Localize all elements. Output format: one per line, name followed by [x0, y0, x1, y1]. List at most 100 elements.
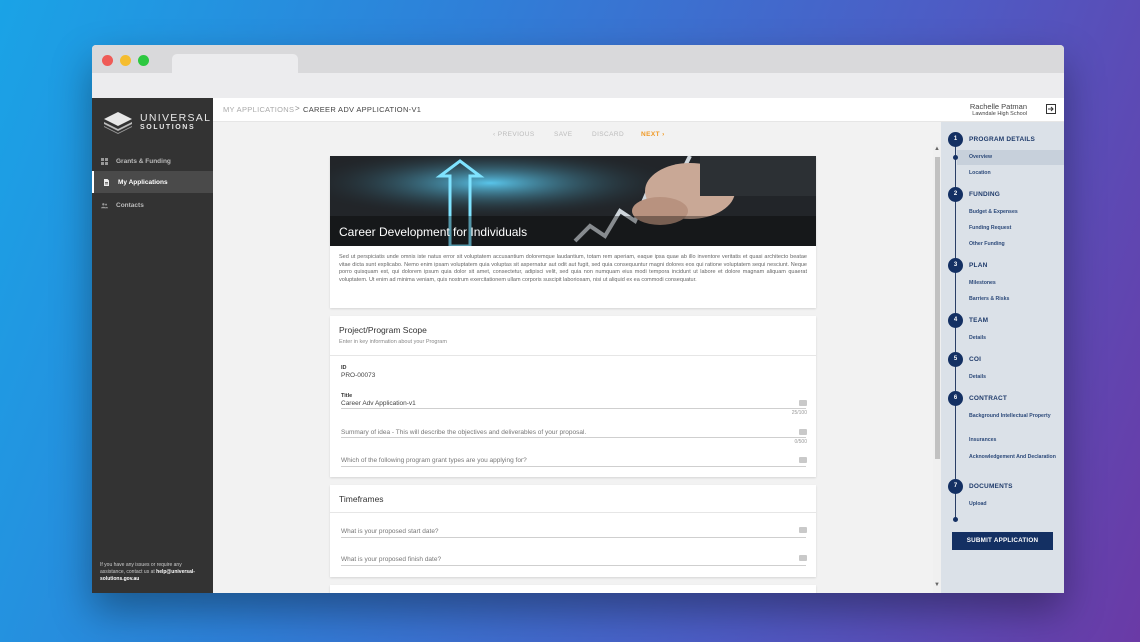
step-item-other-funding[interactable]: Other Funding	[969, 241, 1057, 249]
sidebar-item-label: My Applications	[118, 179, 168, 186]
close-window-button[interactable]	[102, 55, 113, 66]
step-item-location[interactable]: Location	[969, 170, 1057, 178]
comment-icon[interactable]	[799, 555, 807, 561]
start-date-field[interactable]: What is your proposed start date?	[341, 528, 439, 535]
step-number: 1	[948, 132, 963, 147]
step-item-acknowledgement[interactable]: Acknowledgement And Declaration	[969, 454, 1057, 462]
step-item-barriers-risks[interactable]: Barriers & Risks	[969, 296, 1057, 304]
scope-subtitle: Enter in key information about your Prog…	[339, 339, 447, 345]
discard-button[interactable]: DISCARD	[592, 131, 624, 138]
comment-icon[interactable]	[799, 400, 807, 406]
window-titlebar	[92, 45, 1064, 73]
hero-image: Career Development for Individuals	[330, 156, 816, 246]
project-scope-card: Project/Program Scope Enter in key infor…	[330, 316, 816, 477]
next-button[interactable]: NEXT ›	[641, 131, 665, 138]
divider	[330, 512, 816, 513]
finish-date-underline	[341, 565, 806, 566]
divider	[330, 355, 816, 356]
step-number: 6	[948, 391, 963, 406]
step-number: 5	[948, 352, 963, 367]
step-item-overview[interactable]: Overview	[969, 154, 1057, 162]
step-number: 7	[948, 479, 963, 494]
grant-type-select[interactable]: Which of the following program grant typ…	[341, 457, 527, 464]
sidebar: UNIVERSAL SOLUTIONS Grants & Funding My …	[92, 98, 213, 593]
program-intro-card: Career Development for Individuals Sed u…	[330, 156, 816, 308]
intro-paragraph: Sed ut perspiciatis unde omnis iste natu…	[339, 254, 807, 283]
breadcrumb-current: CAREER ADV APPLICATION-V1	[303, 105, 422, 114]
step-item-milestones[interactable]: Milestones	[969, 280, 1057, 288]
sidebar-item-grants-funding[interactable]: Grants & Funding	[92, 150, 213, 172]
comment-icon[interactable]	[799, 429, 807, 435]
next-section-card	[330, 585, 816, 593]
user-school: Lawndale High School	[972, 111, 1027, 117]
title-field[interactable]: Career Adv Application-v1	[341, 400, 416, 407]
brand-name: UNIVERSAL	[140, 112, 212, 124]
logout-icon[interactable]	[1046, 104, 1056, 114]
step-plan[interactable]: PLAN	[969, 262, 988, 269]
logo-icon	[104, 112, 132, 134]
brand-logo[interactable]: UNIVERSAL SOLUTIONS	[102, 110, 210, 136]
id-value: PRO-00073	[341, 372, 376, 379]
help-text: If you have any issues or require any as…	[100, 562, 208, 583]
summary-underline	[341, 437, 806, 438]
step-item-upload[interactable]: Upload	[969, 501, 1057, 509]
step-item-team-details[interactable]: Details	[969, 335, 1057, 343]
scrollbar-thumb[interactable]	[935, 157, 940, 459]
browser-tab[interactable]	[172, 54, 298, 73]
breadcrumb-my-applications[interactable]: MY APPLICATIONS	[223, 105, 294, 114]
timeframes-card: Timeframes What is your proposed start d…	[330, 485, 816, 577]
summary-field[interactable]: Summary of idea - This will describe the…	[341, 429, 586, 436]
title-label: Title	[341, 393, 353, 399]
step-coi[interactable]: COI	[969, 356, 981, 363]
scroll-up-arrow[interactable]: ▲	[933, 146, 941, 152]
grid-icon	[101, 158, 108, 165]
scope-title: Project/Program Scope	[339, 325, 427, 335]
sidebar-item-contacts[interactable]: Contacts	[92, 194, 213, 216]
grant-type-underline	[341, 466, 806, 467]
step-team[interactable]: TEAM	[969, 317, 988, 324]
sidebar-item-my-applications[interactable]: My Applications	[92, 171, 213, 193]
form-actions-bar: ‹ PREVIOUS SAVE DISCARD NEXT ›	[213, 122, 941, 144]
comment-icon[interactable]	[799, 457, 807, 463]
step-program-details[interactable]: PROGRAM DETAILS	[969, 136, 1035, 143]
next-label: NEXT	[641, 131, 660, 138]
previous-label: PREVIOUS	[497, 131, 535, 138]
step-item-insurances[interactable]: Insurances	[969, 437, 1057, 445]
step-item-coi-details[interactable]: Details	[969, 374, 1057, 382]
people-icon	[101, 203, 108, 209]
timeframes-title: Timeframes	[339, 494, 384, 504]
document-icon	[104, 179, 109, 186]
submit-application-button[interactable]: SUBMIT APPLICATION	[952, 532, 1053, 550]
user-name: Rachelle Patman	[969, 102, 1027, 111]
maximize-window-button[interactable]	[138, 55, 149, 66]
finish-date-field[interactable]: What is your proposed finish date?	[341, 556, 441, 563]
browser-window: UNIVERSAL SOLUTIONS Grants & Funding My …	[92, 45, 1064, 593]
breadcrumb-separator: >	[295, 104, 300, 113]
hero-title: Career Development for Individuals	[339, 225, 528, 239]
current-step-dot	[953, 155, 958, 160]
step-number: 4	[948, 313, 963, 328]
step-documents[interactable]: DOCUMENTS	[969, 483, 1013, 490]
step-item-funding-request[interactable]: Funding Request	[969, 225, 1057, 233]
step-number: 2	[948, 187, 963, 202]
step-item-budget-expenses[interactable]: Budget & Expenses	[969, 209, 1057, 217]
title-char-count: 25/100	[791, 410, 807, 416]
step-funding[interactable]: FUNDING	[969, 191, 1000, 198]
minimize-window-button[interactable]	[120, 55, 131, 66]
previous-button[interactable]: ‹ PREVIOUS	[493, 131, 535, 138]
main-content: ‹ PREVIOUS SAVE DISCARD NEXT › Career De…	[213, 122, 941, 593]
application-steps-panel: 1 PROGRAM DETAILS Overview Location 2 FU…	[941, 122, 1064, 593]
id-label: ID	[341, 365, 347, 371]
summary-char-count: 0/500	[794, 439, 807, 445]
step-item-background-ip[interactable]: Background Intellectual Property	[969, 413, 1057, 421]
title-underline	[341, 408, 806, 409]
sidebar-item-label: Contacts	[116, 202, 144, 209]
sidebar-item-label: Grants & Funding	[116, 158, 171, 165]
save-button[interactable]: SAVE	[554, 131, 572, 138]
step-number: 3	[948, 258, 963, 273]
start-date-underline	[341, 537, 806, 538]
scroll-down-arrow[interactable]: ▼	[933, 582, 941, 588]
step-contract[interactable]: CONTRACT	[969, 395, 1007, 402]
comment-icon[interactable]	[799, 527, 807, 533]
brand-subname: SOLUTIONS	[140, 124, 196, 131]
